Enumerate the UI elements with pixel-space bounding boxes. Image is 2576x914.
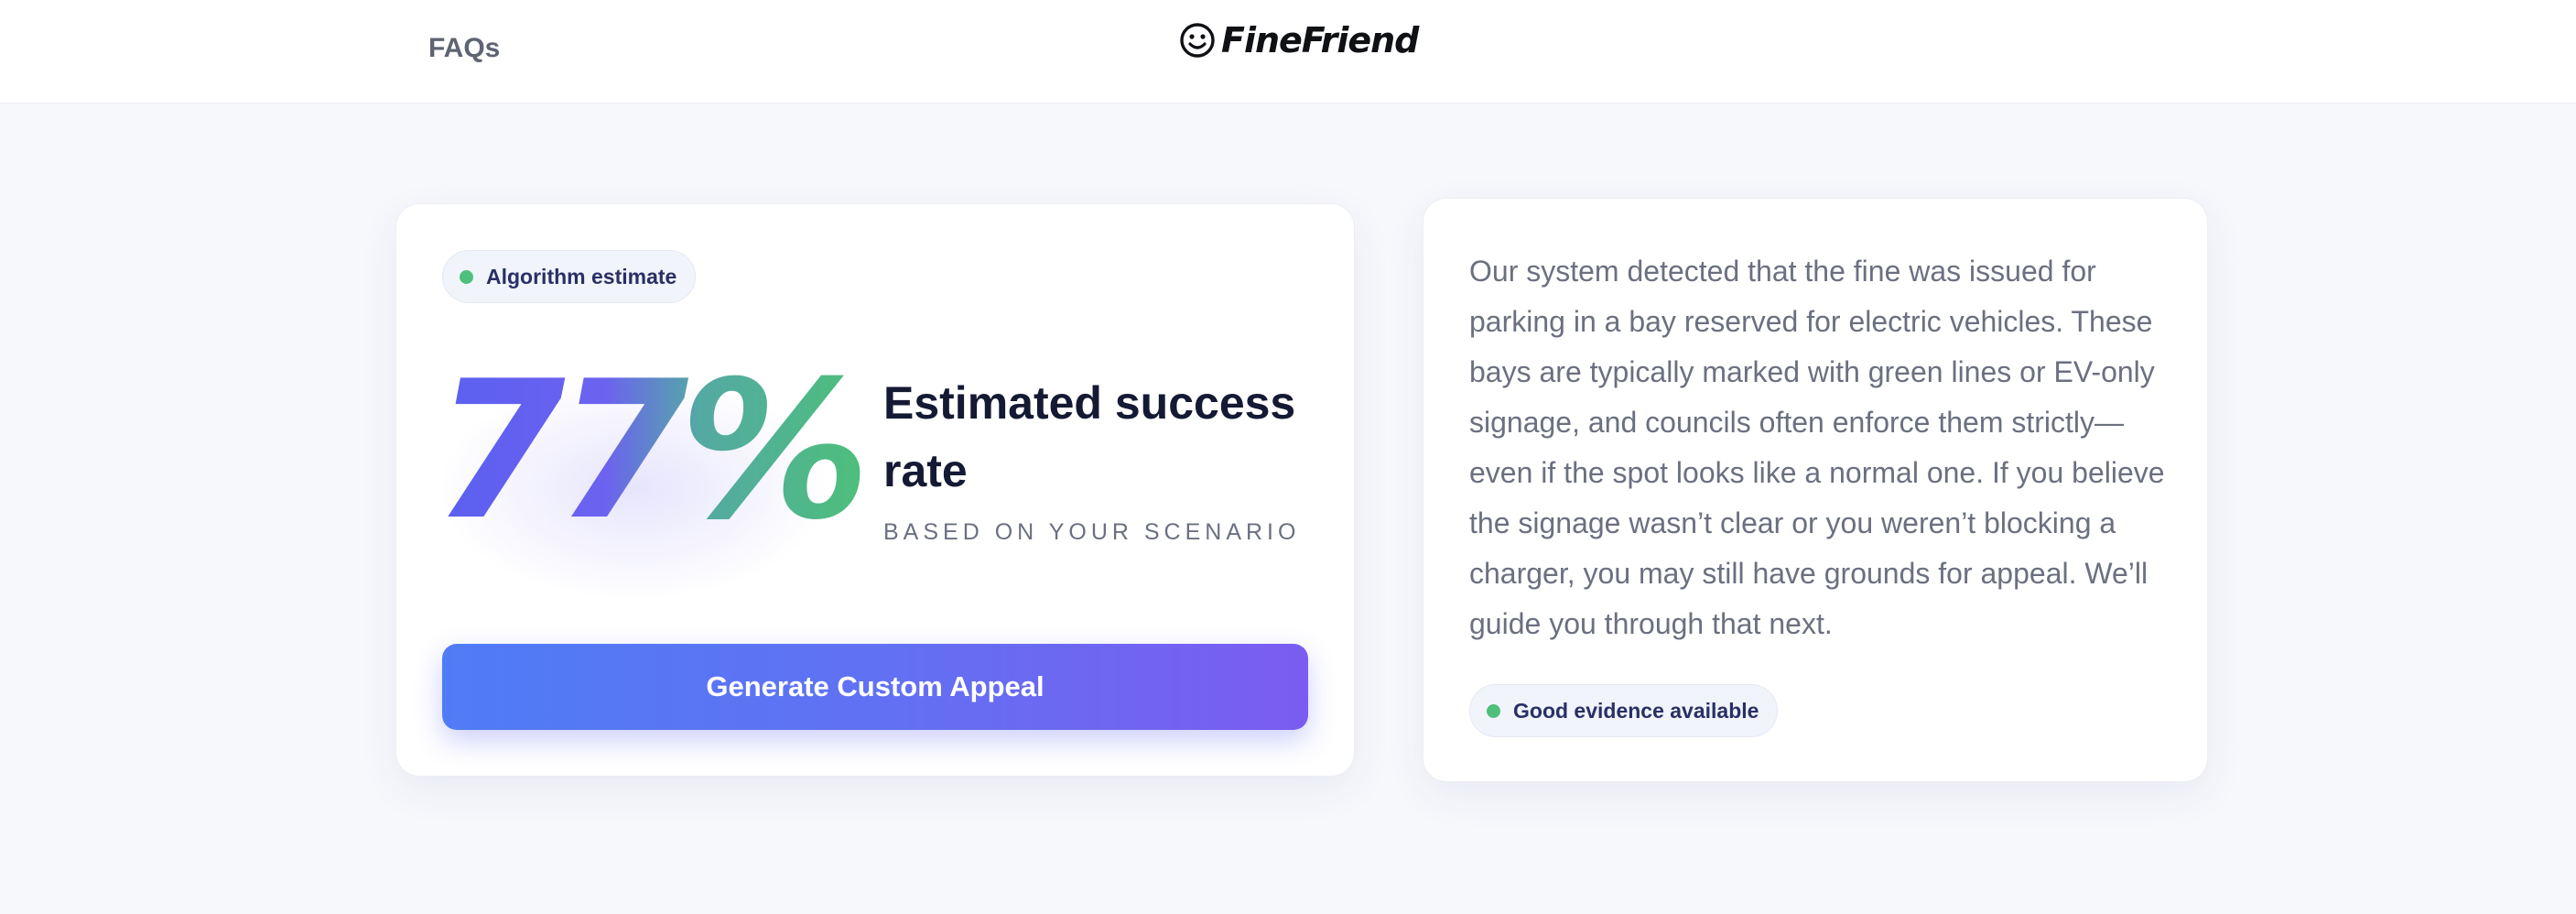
good-evidence-badge: Good evidence available xyxy=(1469,684,1779,737)
status-dot-icon xyxy=(460,269,473,284)
good-evidence-label: Good evidence available xyxy=(1513,698,1759,723)
logo-text: FineFriend xyxy=(1221,20,1419,60)
top-header: FAQs FineFriend xyxy=(0,0,2576,103)
explanation-text: Our system detected that the fine was is… xyxy=(1469,255,2165,640)
algorithm-estimate-label: Algorithm estimate xyxy=(486,264,677,288)
generate-custom-appeal-button[interactable]: Generate Custom Appeal xyxy=(442,644,1308,730)
smiley-face-icon xyxy=(1180,23,1215,58)
status-dot-icon xyxy=(1487,703,1500,718)
faqs-link[interactable]: FAQs xyxy=(428,33,500,64)
explanation-card: Our system detected that the fine was is… xyxy=(1423,198,2208,782)
success-rate-title: Estimated success rate xyxy=(883,377,1296,496)
algorithm-estimate-badge: Algorithm estimate xyxy=(442,250,697,303)
success-rate-percent: 77% xyxy=(433,341,871,562)
success-rate-subtitle: BASED ON YOUR SCENARIO xyxy=(883,519,1301,545)
estimate-card: Algorithm estimate 77% Estimated success… xyxy=(395,203,1355,777)
brand-logo[interactable]: FineFriend xyxy=(1179,20,1419,60)
